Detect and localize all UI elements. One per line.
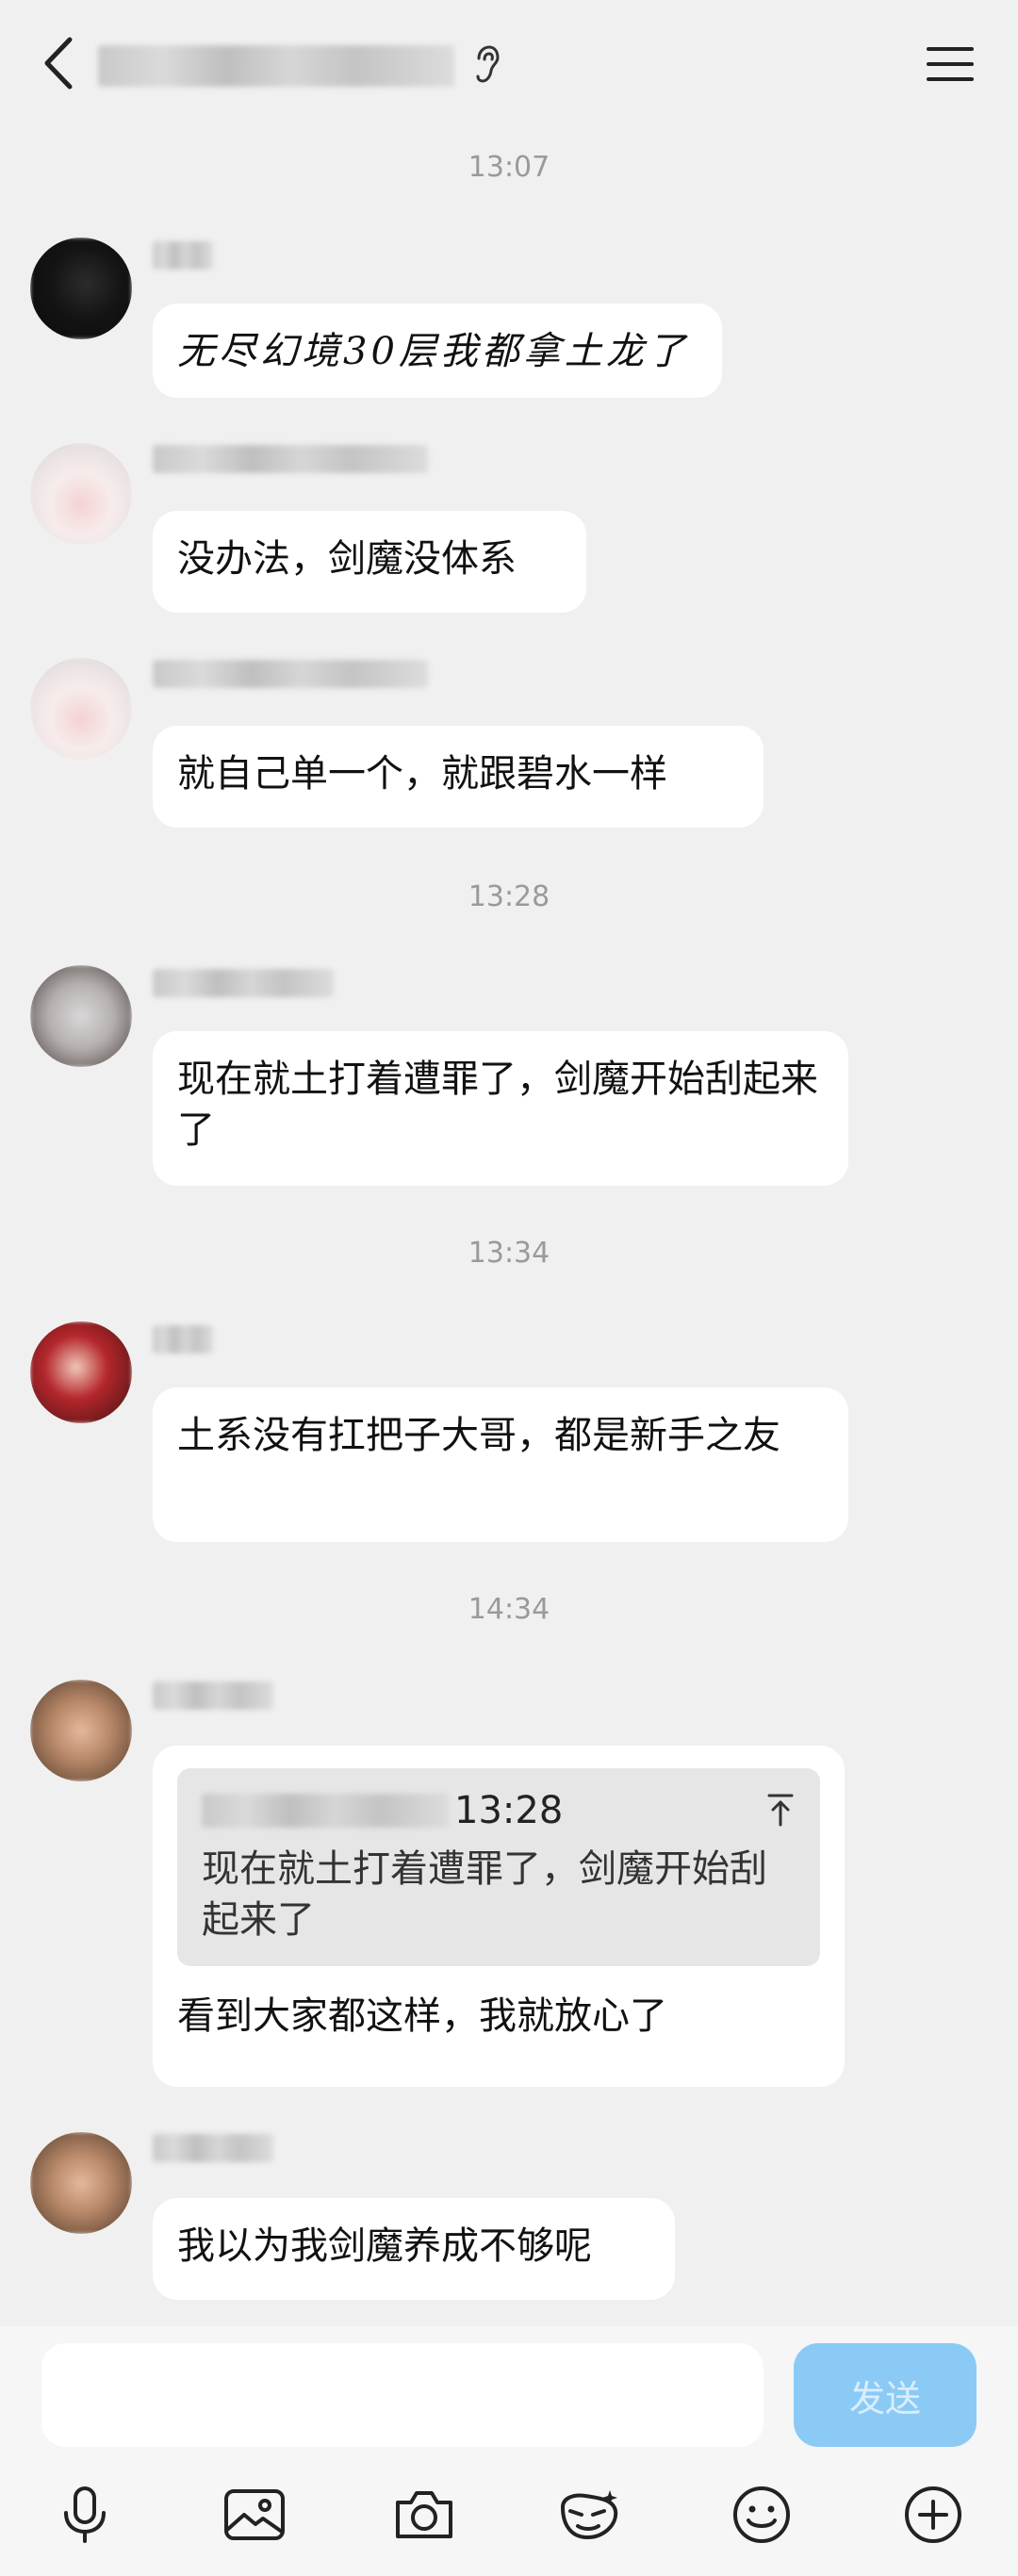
avatar[interactable] (30, 658, 132, 760)
sender-name (153, 241, 213, 273)
sender-name (153, 969, 334, 1001)
message-bubble[interactable]: 无尽幻境30层我都拿土龙了 (153, 304, 722, 398)
earpiece-mode-button[interactable] (468, 41, 505, 89)
chat-title-redacted (98, 45, 454, 87)
avatar[interactable] (30, 2132, 132, 2234)
chat-title[interactable] (98, 41, 454, 90)
microphone-icon (64, 2486, 106, 2543)
avatar[interactable] (30, 1321, 132, 1423)
message-input[interactable] (41, 2343, 764, 2447)
timestamp: 13:28 (468, 880, 550, 913)
avatar[interactable] (30, 443, 132, 545)
input-bar: 发送 (0, 2326, 1018, 2576)
sender-name (153, 445, 428, 477)
timestamp: 13:34 (468, 1237, 550, 1270)
avatar[interactable] (30, 965, 132, 1067)
message-bubble[interactable]: 没办法，剑魔没体系 (153, 511, 586, 613)
jump-to-quoted-icon[interactable] (762, 1791, 799, 1829)
sticker-button[interactable] (556, 2481, 624, 2549)
quoted-time: 13:28 (454, 1789, 564, 1832)
menu-button[interactable] (924, 38, 977, 90)
back-button[interactable] (34, 34, 81, 92)
avatar[interactable] (30, 238, 132, 339)
sender-name (153, 1682, 273, 1714)
toolbar (0, 2468, 1018, 2562)
sticker-icon (560, 2490, 618, 2540)
message-bubble[interactable]: 就自己单一个，就跟碧水一样 (153, 726, 764, 828)
quoted-sender-redacted (202, 1794, 449, 1828)
camera-button[interactable] (390, 2481, 458, 2549)
plus-icon (905, 2486, 961, 2543)
sender-name (153, 2134, 273, 2166)
more-button[interactable] (899, 2481, 967, 2549)
gallery-button[interactable] (221, 2481, 288, 2549)
ear-icon (476, 45, 500, 83)
sender-name (153, 1325, 213, 1357)
sender-name (153, 660, 428, 692)
message-bubble[interactable]: 土系没有扛把子大哥，都是新手之友 (153, 1387, 848, 1542)
voice-button[interactable] (51, 2481, 119, 2549)
quoted-text: 现在就土打着遭罪了，剑魔开始刮起来了 (202, 1847, 767, 1942)
message-bubble[interactable]: 现在就土打着遭罪了，剑魔开始刮起来了 (153, 1031, 848, 1186)
avatar[interactable] (30, 1680, 132, 1781)
send-button[interactable]: 发送 (794, 2343, 977, 2447)
camera-icon (396, 2491, 452, 2538)
message-text: 看到大家都这样，我就放心了 (177, 1994, 667, 2038)
emoji-button[interactable] (728, 2481, 796, 2549)
quoted-message[interactable]: 13:28 现在就土打着遭罪了，剑魔开始刮起来了 (177, 1768, 820, 1966)
emoji-icon (733, 2486, 790, 2543)
message-bubble[interactable]: 我以为我剑魔养成不够呢 (153, 2198, 675, 2300)
timestamp: 14:34 (468, 1593, 550, 1626)
chevron-left-icon (44, 37, 73, 90)
message-bubble-with-quote[interactable]: 13:28 现在就土打着遭罪了，剑魔开始刮起来了 看到大家都这样，我就放心了 (153, 1746, 845, 2087)
chat-header (0, 0, 1018, 132)
menu-icon (927, 47, 974, 81)
image-icon (224, 2489, 285, 2540)
timestamp: 13:07 (468, 151, 550, 184)
